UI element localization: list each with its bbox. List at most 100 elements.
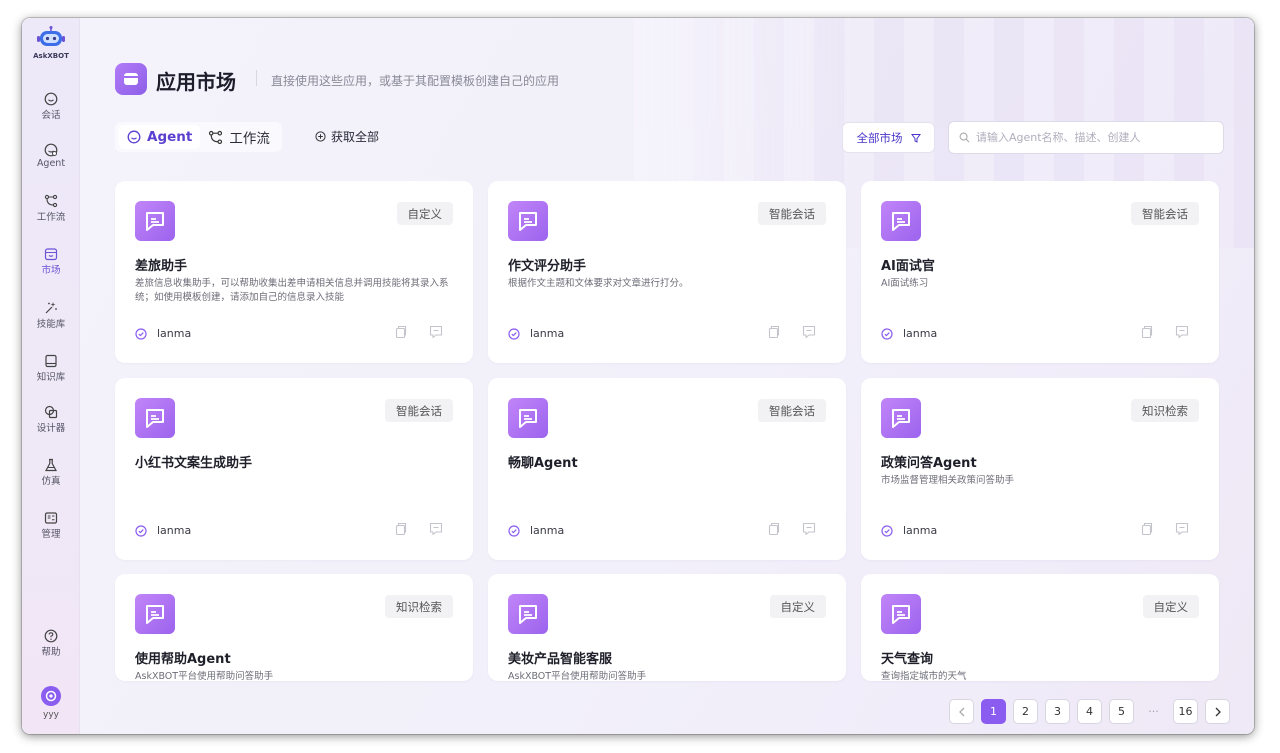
page-button-2[interactable]: 2 <box>1013 699 1038 724</box>
chat-icon[interactable] <box>1175 521 1191 537</box>
next-page-button[interactable] <box>1205 699 1230 724</box>
card-title: 使用帮助Agent <box>135 652 231 667</box>
verified-icon <box>881 524 893 537</box>
card-actions <box>766 324 818 340</box>
search-icon <box>959 132 970 143</box>
app-card[interactable]: 自定义 差旅助手 差旅信息收集助手，可以帮助收集出差申请相关信息并调用技能将其录入系… <box>115 181 473 363</box>
sidebar-item-market[interactable]: 市场 <box>22 247 80 276</box>
sidebar-item-skills[interactable]: 技能库 <box>22 301 80 330</box>
chat-app-icon <box>508 398 548 438</box>
app-card[interactable]: 自定义 美妆产品智能客服 AskXBOT平台使用帮助问答助手 <box>488 574 846 682</box>
tab-label: 工作流 <box>229 131 270 147</box>
chat-app-icon <box>135 594 175 634</box>
verified-icon <box>508 327 520 340</box>
market-filter-label: 全部市场 <box>856 130 903 145</box>
admin-icon <box>44 512 58 524</box>
card-title: 小红书文案生成助手 <box>135 456 253 471</box>
chat-app-icon <box>135 201 175 241</box>
sidebar-item-label: 市场 <box>41 265 61 276</box>
author-name: lanma <box>530 524 565 537</box>
card-description: 差旅信息收集助手，可以帮助收集出差申请相关信息并调用技能将其录入系统；如使用模板… <box>135 278 449 303</box>
sidebar-item-simulation[interactable]: 仿真 <box>22 458 80 487</box>
sidebar: AskXBOT 会话 Agent 工作流 市场 技能库 知识库 设计器 仿真 管… <box>22 18 80 734</box>
flask-icon <box>44 458 58 472</box>
sidebar-item-designer[interactable]: 设计器 <box>22 405 80 434</box>
chat-app-icon <box>881 201 921 241</box>
chat-icon[interactable] <box>802 324 818 340</box>
filter-icon <box>910 133 921 143</box>
card-tag: 智能会话 <box>758 202 826 225</box>
card-tag: 自定义 <box>396 202 453 225</box>
card-description: AskXBOT平台使用帮助问答助手 <box>135 671 274 682</box>
author-name: lanma <box>903 524 938 537</box>
app-card[interactable]: 智能会话 小红书文案生成助手 lanma <box>115 378 473 560</box>
search-box <box>948 121 1224 154</box>
avatar[interactable] <box>41 686 61 706</box>
chevron-left-icon <box>958 707 964 716</box>
chat-icon[interactable] <box>429 521 445 537</box>
page-button-4[interactable]: 4 <box>1077 699 1102 724</box>
card-description: 根据作文主题和文体要求对文章进行打分。 <box>508 278 689 289</box>
page-title: 应用市场 <box>156 70 236 94</box>
chat-icon[interactable] <box>429 324 445 340</box>
sidebar-item-help[interactable]: 帮助 <box>22 629 80 658</box>
copy-icon[interactable] <box>393 324 409 340</box>
sidebar-item-label: 会话 <box>41 110 61 121</box>
page-button-5[interactable]: 5 <box>1109 699 1134 724</box>
copy-icon[interactable] <box>766 324 782 340</box>
workflow-icon <box>209 130 223 144</box>
sidebar-item-workflow[interactable]: 工作流 <box>22 194 80 223</box>
workflow-icon <box>44 194 58 208</box>
verified-icon <box>135 524 147 537</box>
pagination: 1 2 3 4 5 ··· 16 <box>949 699 1230 724</box>
design-icon <box>44 405 58 419</box>
market-filter-dropdown[interactable]: 全部市场 <box>842 122 935 153</box>
copy-icon[interactable] <box>766 521 782 537</box>
tab-workflow[interactable]: 工作流 <box>200 125 278 149</box>
book-icon <box>45 354 57 368</box>
chat-app-icon <box>135 398 175 438</box>
app-card[interactable]: 知识检索 政策问答Agent 市场监督管理相关政策问答助手 lanma <box>861 378 1219 560</box>
logo[interactable]: AskXBOT <box>22 26 80 60</box>
sidebar-item-admin[interactable]: 管理 <box>22 511 80 540</box>
sidebar-item-agent[interactable]: Agent <box>22 143 80 169</box>
page-button-3[interactable]: 3 <box>1045 699 1070 724</box>
chat-icon[interactable] <box>1175 324 1191 340</box>
logo-text: AskXBOT <box>33 52 69 60</box>
app-card[interactable]: 智能会话 AI面试官 AI面试练习 lanma <box>861 181 1219 363</box>
page-button-1[interactable]: 1 <box>981 699 1006 724</box>
verified-icon <box>881 327 893 340</box>
app-window: AskXBOT 会话 Agent 工作流 市场 技能库 知识库 设计器 仿真 管… <box>22 18 1254 734</box>
card-actions <box>1139 324 1191 340</box>
card-tag: 知识检索 <box>385 595 453 618</box>
chat-icon[interactable] <box>802 521 818 537</box>
type-tabs: Agent 工作流 <box>115 122 282 152</box>
sidebar-item-label: 技能库 <box>36 319 66 330</box>
app-card[interactable]: 智能会话 畅聊Agent lanma <box>488 378 846 560</box>
sidebar-item-label: 知识库 <box>36 372 66 383</box>
page-ellipsis[interactable]: ··· <box>1141 699 1166 724</box>
question-icon <box>44 629 58 643</box>
card-author: lanma <box>881 524 937 537</box>
page-button-last[interactable]: 16 <box>1173 699 1198 724</box>
card-title: 美妆产品智能客服 <box>508 652 613 667</box>
app-card[interactable]: 知识检索使用帮助Agent AskXBOT平台使用帮助问答助手 <box>115 574 473 682</box>
copy-icon[interactable] <box>1139 521 1155 537</box>
search-input[interactable] <box>976 131 1216 144</box>
tab-label: Agent <box>147 129 193 145</box>
card-tag: 智能会话 <box>385 399 453 422</box>
app-card[interactable]: 智能会话 作文评分助手 根据作文主题和文体要求对文章进行打分。 lanma <box>488 181 846 363</box>
tab-agent[interactable]: Agent <box>119 125 201 149</box>
copy-icon[interactable] <box>393 521 409 537</box>
chevron-right-icon <box>1215 707 1221 716</box>
card-title: 政策问答Agent <box>881 456 977 471</box>
card-author: lanma <box>508 524 564 537</box>
app-card[interactable]: 自定义 天气查询 查询指定城市的天气 <box>861 574 1219 682</box>
sidebar-item-chat[interactable]: 会话 <box>22 92 80 121</box>
copy-icon[interactable] <box>1139 324 1155 340</box>
prev-page-button[interactable] <box>949 699 974 724</box>
card-title: 畅聊Agent <box>508 456 578 471</box>
fetch-all-button[interactable]: 获取全部 <box>315 128 379 145</box>
sidebar-item-knowledge[interactable]: 知识库 <box>22 354 80 383</box>
card-description: AskXBOT平台使用帮助问答助手 <box>508 671 647 682</box>
